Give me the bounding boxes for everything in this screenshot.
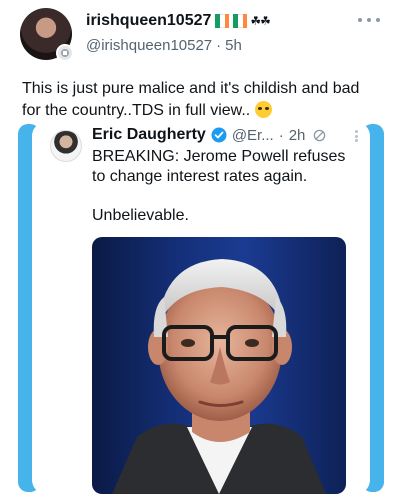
post-text: This is just pure malice and it's childi…: [22, 78, 382, 122]
verified-icon: [211, 127, 227, 143]
quoted-text: BREAKING: Jerome Powell refuses to chang…: [92, 148, 346, 185]
more-icon[interactable]: [358, 12, 380, 28]
quoted-time[interactable]: 2h: [289, 127, 306, 144]
quoted-header: Eric Daugherty @Er... · 2h: [92, 126, 326, 144]
post-header: irishqueen10527 ☘☘ @irishqueen10527 · 5h: [14, 6, 386, 62]
display-name[interactable]: irishqueen10527: [86, 12, 211, 30]
quoted-more-icon[interactable]: [355, 130, 358, 142]
quoted-post-card[interactable]: Eric Daugherty @Er... · 2h BREAKING: Jer…: [32, 122, 370, 494]
quoted-text-2: Unbelievable.: [92, 207, 189, 224]
portrait-image: [112, 259, 326, 494]
separator: ·: [216, 37, 222, 54]
eye-roll-emoji-icon: [254, 101, 272, 118]
quoted-avatar[interactable]: [50, 130, 82, 162]
quoted-handle[interactable]: @Er...: [232, 127, 274, 144]
grok-icon[interactable]: [313, 129, 326, 142]
flag-icon: [233, 14, 248, 28]
quoted-separator: ·: [278, 126, 284, 144]
avatar-badge-icon: [56, 44, 74, 62]
quoted-display-name[interactable]: Eric Daugherty: [92, 126, 206, 144]
quoted-photo[interactable]: [92, 237, 346, 494]
quoted-post-frame: Eric Daugherty @Er... · 2h BREAKING: Jer…: [18, 122, 384, 494]
flag-icon: [215, 14, 230, 28]
handle[interactable]: @irishqueen10527: [86, 37, 212, 54]
handle-row: @irishqueen10527 · 5h: [86, 37, 242, 54]
post-time[interactable]: 5h: [225, 37, 242, 54]
shamrock-icon: ☘☘: [250, 14, 270, 28]
post-text-content: This is just pure malice and it's childi…: [22, 80, 360, 119]
display-name-row[interactable]: irishqueen10527 ☘☘: [86, 12, 271, 30]
